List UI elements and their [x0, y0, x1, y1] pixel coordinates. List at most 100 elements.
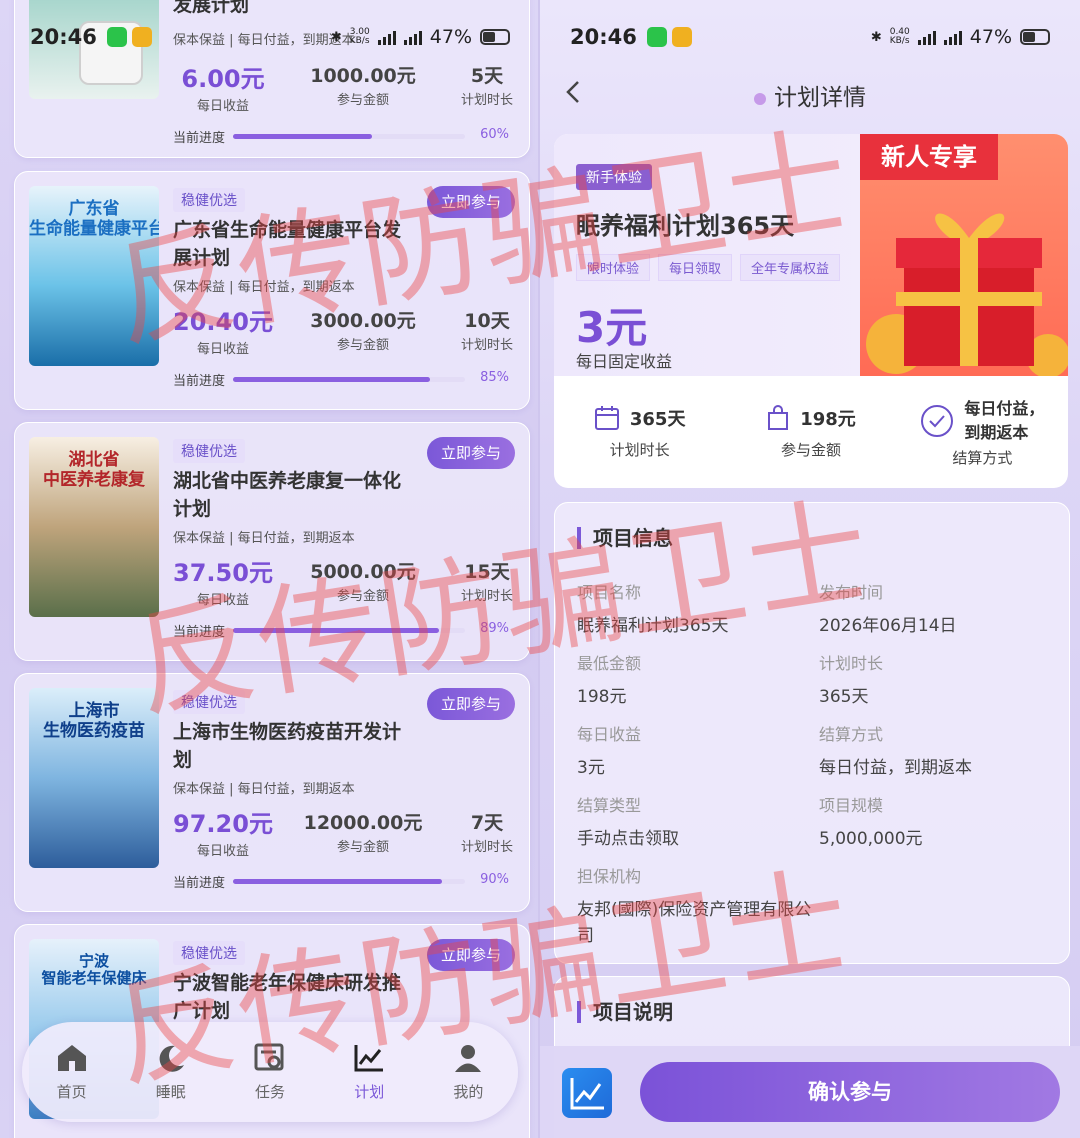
- duration-label: 计划时长: [460, 840, 513, 855]
- nav-sleep[interactable]: 睡眠: [121, 1022, 220, 1122]
- shopping-bag-icon: [768, 404, 789, 430]
- nav-home[interactable]: 首页: [22, 1022, 121, 1122]
- bluetooth-icon: ✱: [870, 29, 882, 45]
- progress-bar: [233, 628, 465, 633]
- plan-tag: 稳健优选: [173, 188, 245, 212]
- duration-label: 计划时长: [460, 338, 513, 353]
- confirm-join-button[interactable]: 确认参与: [640, 1062, 1060, 1122]
- duration-value: 7天: [470, 812, 504, 834]
- sleep-moon-icon: [159, 1045, 184, 1072]
- amount-label: 参与金额: [336, 589, 389, 604]
- page-title: 计划详情: [540, 78, 1080, 112]
- stat-amount: 198元 参与金额: [725, 376, 896, 488]
- chip: 限时体验: [576, 254, 651, 281]
- nav-sleep-label: 睡眠: [155, 1082, 186, 1101]
- progress-bar: [233, 377, 465, 382]
- join-button[interactable]: 立即参与: [427, 939, 515, 971]
- wechat-icon: [646, 27, 667, 47]
- nav-plan[interactable]: 计划: [320, 1022, 419, 1122]
- section-title: 项目说明: [577, 1001, 673, 1023]
- status-bar: 20:46 ✱ 3.00 KB/s 47%: [30, 22, 510, 52]
- progress-percent: 60%: [480, 127, 509, 142]
- plan-title: 上海市生物医药疫苗开发计划: [173, 721, 402, 771]
- progress-percent: 85%: [480, 370, 509, 385]
- plan-tag: 稳健优选: [173, 439, 245, 463]
- plan-title: 湖北省中医养老康复一体化计划: [173, 470, 402, 520]
- network-speed: 3.00 KB/s: [349, 27, 370, 46]
- signal-icon-2: [943, 29, 962, 45]
- join-button[interactable]: 立即参与: [427, 437, 515, 469]
- duration-value: 5天: [470, 65, 504, 87]
- bottom-action-bar: 确认参与: [540, 1046, 1080, 1138]
- progress-label: 当前进度: [173, 131, 226, 146]
- stat-settlement: 每日付益， 到期返本 结算方式: [897, 376, 1068, 488]
- duration-value: 10天: [464, 310, 510, 332]
- chip: 全年专属权益: [740, 254, 841, 281]
- nav-plan-label: 计划: [354, 1082, 385, 1101]
- duration-label: 计划时长: [460, 93, 513, 108]
- plan-hero-card: 新手体验 眠养福利计划365天 限时体验 每日领取 全年专属权益 3元 每日固定…: [554, 134, 1068, 488]
- plan-card[interactable]: 广东省 生命能量健康平台 稳健优选 立即参与 广东省生命能量健康平台发展计划 保…: [14, 171, 530, 410]
- plan-subtitle: 保本保益 | 每日付益，到期返本: [173, 280, 355, 295]
- info-publish-time: 发布时间 2026年06月14日: [819, 583, 957, 636]
- plan-detail-screen: 20:46 ✱ 0.40 KB/s 47% 计划详情 新手体验 眠养福利计划36…: [540, 0, 1080, 1138]
- daily-income-value: 20.40元: [173, 308, 273, 336]
- info-project-name: 项目名称 眠养福利计划365天: [577, 583, 729, 636]
- nav-home-label: 首页: [56, 1082, 87, 1101]
- daily-income-value: 6.00元: [181, 65, 265, 93]
- status-bar: 20:46 ✱ 0.40 KB/s 47%: [570, 22, 1050, 52]
- progress-percent: 90%: [480, 872, 509, 887]
- progress-label: 当前进度: [173, 374, 226, 389]
- plan-tag: 稳健优选: [173, 690, 245, 714]
- daily-income-label: 每日收益: [196, 593, 249, 608]
- info-daily-income: 每日收益 3元: [577, 725, 642, 778]
- nav-task[interactable]: 任务: [220, 1022, 319, 1122]
- join-button[interactable]: 立即参与: [427, 186, 515, 218]
- info-scale: 项目规模 5,000,000元: [819, 796, 923, 849]
- amount-label: 参与金额: [336, 93, 389, 108]
- signal-icon-2: [403, 29, 422, 45]
- progress-label: 当前进度: [173, 876, 226, 891]
- status-time: 20:46: [30, 25, 97, 49]
- amount-value: 12000.00元: [303, 812, 423, 834]
- duration-value: 15天: [464, 561, 510, 583]
- app-notification-icon: [671, 27, 692, 47]
- daily-income-value: 97.20元: [173, 810, 273, 838]
- amount-label: 参与金额: [336, 840, 389, 855]
- join-button[interactable]: 立即参与: [427, 688, 515, 720]
- plan-card[interactable]: 上海市 生物医药疫苗 稳健优选 立即参与 上海市生物医药疫苗开发计划 保本保益 …: [14, 673, 530, 912]
- progress-percent: 89%: [480, 621, 509, 636]
- signal-icon: [377, 29, 396, 45]
- plan-list-screen: 发展计划 保本保益 | 每日付益，到期返本 6.00元 1000.00元 5天 …: [0, 0, 540, 1138]
- newcomer-banner: 新人专享: [860, 134, 998, 180]
- check-circle-icon: [921, 404, 954, 437]
- calendar-icon: [594, 405, 619, 430]
- plan-title: 宁波智能老年保健床研发推广计划: [173, 972, 402, 1022]
- battery-icon: [1020, 29, 1050, 45]
- plan-title: 广东省生命能量健康平台发展计划: [173, 219, 402, 269]
- plan-card[interactable]: 湖北省 中医养老康复 稳健优选 立即参与 湖北省中医养老康复一体化计划 保本保益…: [14, 422, 530, 661]
- daily-fixed-income-label: 每日固定收益: [576, 352, 673, 371]
- info-settlement: 结算方式 每日付益，到期返本: [819, 725, 972, 778]
- chip: 每日领取: [658, 254, 733, 281]
- nav-mine[interactable]: 我的: [419, 1022, 518, 1122]
- progress-label: 当前进度: [173, 625, 226, 640]
- network-speed: 0.40 KB/s: [889, 27, 910, 46]
- gift-box-image: 新人专享: [860, 134, 1068, 376]
- nav-task-label: 任务: [255, 1082, 286, 1101]
- plan-title: 发展计划: [173, 0, 250, 16]
- daily-income-value: 37.50元: [173, 559, 273, 587]
- status-time: 20:46: [570, 25, 637, 49]
- daily-income-label: 每日收益: [196, 99, 249, 114]
- chart-icon: [570, 1078, 604, 1110]
- chart-shortcut-button[interactable]: [562, 1068, 612, 1118]
- plan-chart-icon: [354, 1044, 384, 1071]
- bluetooth-icon: ✱: [330, 29, 342, 45]
- bottom-navigation: 首页 睡眠 任务 计划 我的: [22, 1022, 518, 1122]
- signal-icon: [917, 29, 936, 45]
- task-icon: [254, 1043, 284, 1070]
- battery-percent: 47%: [969, 26, 1012, 48]
- newbie-badge: 新手体验: [576, 164, 652, 190]
- plan-thumbnail: 广东省 生命能量健康平台: [29, 186, 159, 366]
- profile-icon: [455, 1044, 482, 1072]
